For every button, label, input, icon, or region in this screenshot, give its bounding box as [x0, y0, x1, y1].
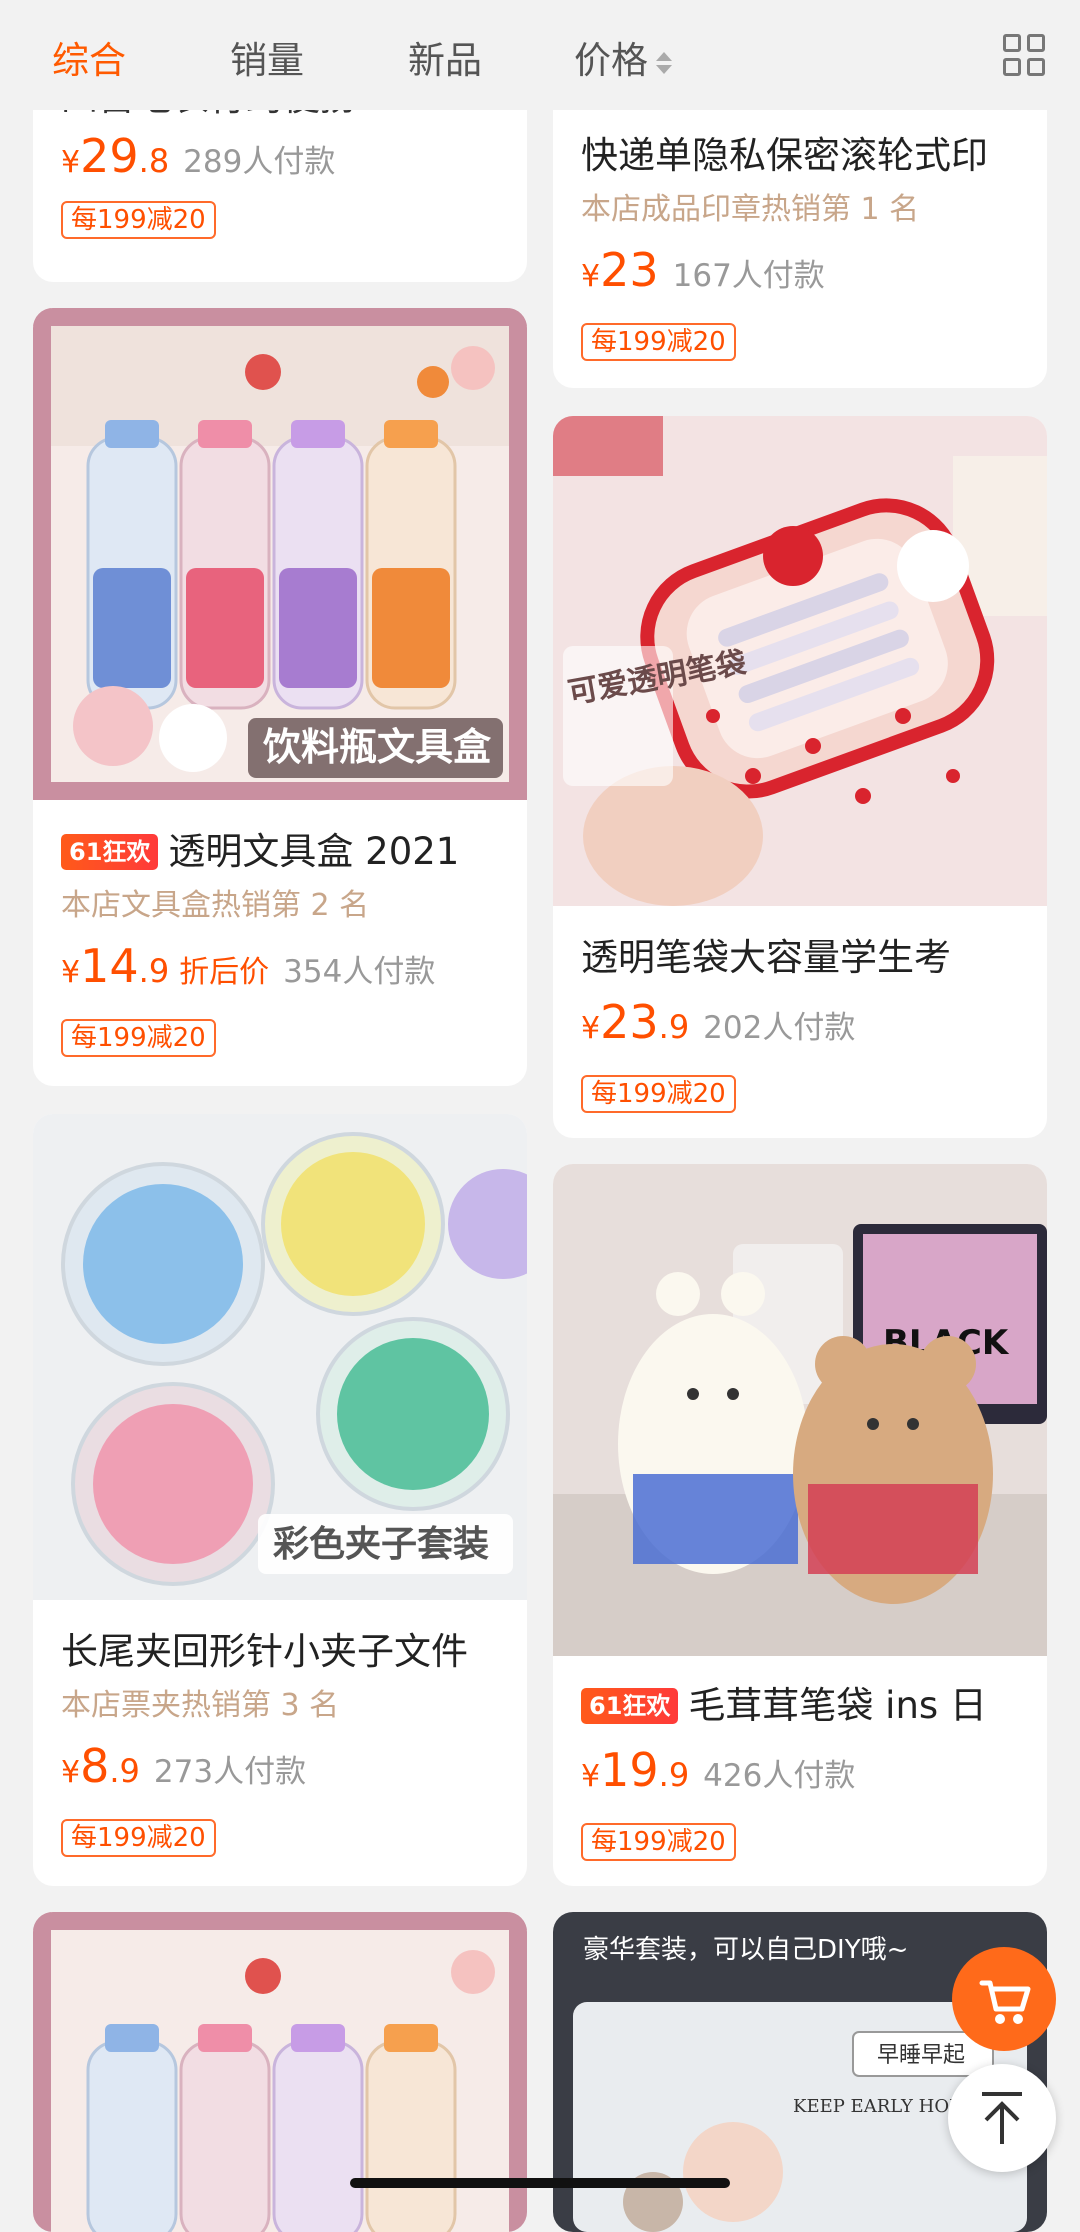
price-integer: 14: [80, 939, 139, 993]
price-row: ¥23.9 202人付款: [581, 992, 1019, 1063]
price-decimal: .8: [138, 142, 170, 180]
price-row: ¥19.9 426人付款: [581, 1740, 1019, 1811]
image-caption: 彩色夹子套装: [273, 1524, 489, 1565]
product-image: 可爱透明笔袋: [553, 416, 1047, 906]
product-card[interactable]: 可爱透明笔袋 透明笔袋大容量学生考 ¥23.9 202人付款 每199减20: [553, 416, 1047, 1138]
price-row: ¥8.9 273人付款: [61, 1736, 499, 1807]
product-card[interactable]: BLACK 61狂欢毛茸茸笔袋 ins 日 ¥19.9 426人付款 每199减2…: [553, 1164, 1047, 1886]
product-title: 长尾夹回形针小夹子文件: [61, 1630, 468, 1673]
back-to-top-icon: [982, 2092, 1022, 2144]
tab-price[interactable]: 价格: [574, 30, 672, 84]
filter-tab-bar: 综合 销量 新品 价格: [0, 0, 1080, 110]
price-integer: 23: [600, 243, 659, 297]
currency-symbol: ¥: [581, 1759, 601, 1794]
currency-symbol: ¥: [61, 145, 81, 180]
product-image: 饮料瓶文具盒: [33, 308, 527, 800]
price-integer: 29: [80, 129, 139, 183]
price-decimal: .9: [109, 1752, 140, 1790]
cart-button[interactable]: [952, 1947, 1056, 2051]
price-row: ¥14.9 折后价 354人付款: [61, 936, 499, 1007]
price-row: ¥23 167人付款: [581, 240, 1019, 311]
sold-count: 354人付款: [283, 954, 436, 990]
price-row: ¥29.8 289人付款: [61, 126, 499, 197]
price-decimal: .9: [658, 1008, 690, 1046]
image-caption: 饮料瓶文具盒: [263, 725, 492, 769]
back-to-top-button[interactable]: [948, 2064, 1056, 2172]
sold-count: 273人付款: [153, 1754, 307, 1790]
grid-view-icon[interactable]: [1003, 34, 1047, 78]
cart-icon: [979, 1980, 1031, 2024]
price-decimal: .9: [658, 1756, 690, 1794]
coupon-badge: 每199减20: [581, 323, 736, 361]
product-image: 彩色夹子套装: [33, 1114, 527, 1600]
sold-count: 202人付款: [703, 1010, 856, 1046]
product-title: 快递单隐私保密滚轮式印: [581, 134, 988, 177]
product-title: 透明文具盒 2021: [168, 830, 460, 873]
currency-symbol: ¥: [61, 1755, 81, 1790]
coupon-badge: 每199减20: [581, 1075, 736, 1113]
price-integer: 8: [80, 1739, 110, 1793]
sold-count: 167人付款: [672, 258, 825, 294]
promo-badge: 61狂欢: [61, 834, 159, 870]
currency-symbol: ¥: [581, 1011, 601, 1046]
tab-comprehensive[interactable]: 综合: [52, 30, 126, 84]
sold-count: 289人付款: [183, 144, 336, 180]
tab-new[interactable]: 新品: [408, 30, 482, 84]
coupon-badge: 每199减20: [581, 1823, 736, 1861]
currency-symbol: ¥: [581, 259, 601, 294]
sort-arrows-icon: [656, 50, 672, 76]
sold-count: 426人付款: [703, 1758, 856, 1794]
price-integer: 23: [600, 995, 659, 1049]
currency-symbol: ¥: [61, 955, 81, 990]
rank-label: 本店成品印章热销第 1 名: [581, 192, 920, 227]
home-indicator[interactable]: [350, 2178, 730, 2188]
coupon-badge: 每199减20: [61, 1019, 216, 1057]
tab-sales[interactable]: 销量: [230, 30, 304, 84]
coupon-badge: 每199减20: [61, 1819, 216, 1857]
price-integer: 19: [600, 1743, 659, 1797]
promo-badge: 61狂欢: [581, 1688, 679, 1724]
product-title-row: 61狂欢 毛茸茸笔袋 ins 日: [581, 1680, 1019, 1732]
image-caption: 豪华套装，可以自己DIY哦~: [583, 1935, 908, 1965]
rank-label: 本店票夹热销第 3 名: [61, 1688, 340, 1723]
product-card[interactable]: 彩色夹子套装 长尾夹回形针小夹子文件 本店票夹热销第 3 名 ¥8.9 273人付…: [33, 1114, 527, 1886]
price-tag: 折后价: [179, 955, 270, 990]
product-image: BLACK: [553, 1164, 1047, 1656]
product-card[interactable]: 饮料瓶文具盒 61狂欢 透明文具盒 2021 本店文具盒热销第 2 名 ¥14.9…: [33, 308, 527, 1086]
product-title: 透明笔袋大容量学生考: [581, 936, 951, 979]
rank-label: 本店文具盒热销第 2 名: [61, 888, 370, 923]
coupon-badge: 每199减20: [61, 201, 216, 239]
product-title-row: 61狂欢 透明文具盒 2021: [61, 826, 499, 878]
product-title: 毛茸茸笔袋 ins 日: [688, 1684, 987, 1727]
tab-price-label: 价格: [574, 39, 648, 82]
price-decimal: .9: [138, 952, 170, 990]
